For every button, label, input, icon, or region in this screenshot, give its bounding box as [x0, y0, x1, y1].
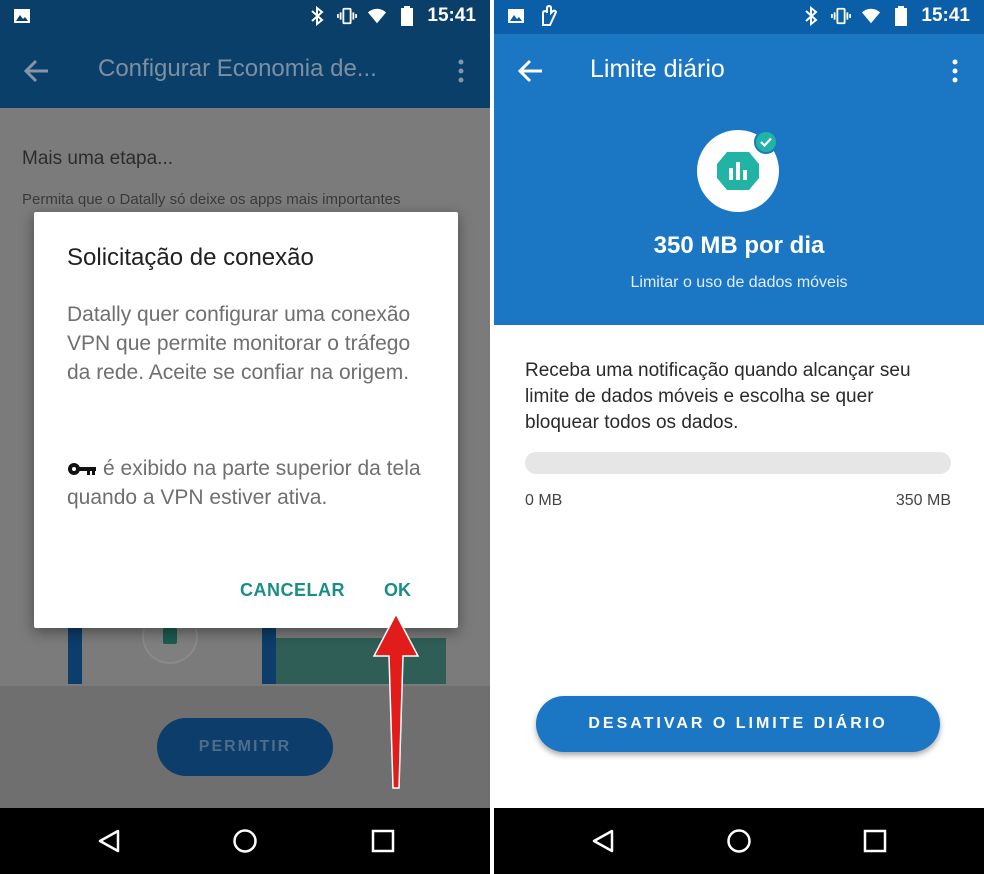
- hand-icon: [538, 5, 558, 26]
- wifi-icon: [367, 6, 387, 26]
- step-title: Mais uma etapa...: [22, 148, 174, 169]
- image-icon: [506, 6, 526, 26]
- ok-button[interactable]: OK: [384, 580, 411, 601]
- left-phone-screen: 15:41 Configurar Economia de... Mais uma…: [0, 0, 490, 874]
- key-icon: [68, 463, 96, 476]
- daily-limit-value: 350 MB por dia: [653, 232, 825, 259]
- back-arrow-icon[interactable]: [24, 58, 50, 84]
- status-bar: 15:41: [0, 0, 490, 34]
- clock: 15:41: [427, 5, 476, 26]
- app-bar-title: Limite diário: [590, 55, 725, 83]
- bluetooth-icon: [307, 6, 327, 26]
- daily-limit-subtitle: Limitar o uso de dados móveis: [630, 274, 848, 291]
- dialog-title: Solicitação de conexão: [67, 244, 314, 271]
- nav-home-icon[interactable]: [726, 828, 752, 854]
- permit-button[interactable]: PERMITIR: [157, 718, 333, 776]
- right-phone-screen: 15:41 Limite diário 350 MB por dia Limit…: [494, 0, 984, 874]
- usage-max-label: 350 MB: [895, 492, 951, 509]
- nav-back-icon[interactable]: [96, 828, 122, 854]
- vibrate-icon: [337, 6, 358, 26]
- illustration-panel: [276, 638, 446, 684]
- dialog-note-text: é exibido na parte superior da tela quan…: [67, 457, 421, 509]
- red-arrow-icon: [372, 612, 420, 789]
- nav-recents-icon[interactable]: [370, 828, 396, 854]
- nav-recents-icon[interactable]: [862, 828, 888, 854]
- back-arrow-icon[interactable]: [518, 58, 544, 84]
- usage-min-label: 0 MB: [525, 492, 563, 509]
- bluetooth-icon: [801, 6, 821, 26]
- battery-icon: [891, 6, 911, 26]
- status-bar: 15:41: [494, 0, 984, 34]
- nav-back-icon[interactable]: [590, 828, 616, 854]
- disable-daily-limit-button[interactable]: DESATIVAR O LIMITE DIÁRIO: [536, 696, 940, 752]
- overflow-menu-icon[interactable]: [946, 58, 964, 84]
- nav-home-icon[interactable]: [232, 828, 258, 854]
- app-bar-title: Configurar Economia de...: [98, 55, 377, 82]
- vpn-connection-dialog: Solicitação de conexão Datally quer conf…: [34, 212, 458, 628]
- wifi-icon: [861, 6, 881, 26]
- step-description: Permita que o Datally só deixe os apps m…: [22, 191, 401, 208]
- clock: 15:41: [921, 5, 970, 26]
- vibrate-icon: [831, 6, 852, 26]
- navigation-bar: [0, 808, 490, 874]
- data-usage-progress-bar: [525, 452, 951, 474]
- dialog-body: Datally quer configurar uma conexão VPN …: [67, 303, 411, 384]
- image-icon: [12, 6, 32, 26]
- navigation-bar: [494, 808, 984, 874]
- dialog-note: é exibido na parte superior da tela quan…: [67, 454, 427, 512]
- checkmark-icon: [754, 130, 778, 154]
- overflow-menu-icon[interactable]: [452, 58, 470, 84]
- cancel-button[interactable]: CANCELAR: [240, 580, 345, 601]
- battery-icon: [397, 6, 417, 26]
- notification-description: Receba uma notificação quando alcançar s…: [525, 360, 911, 433]
